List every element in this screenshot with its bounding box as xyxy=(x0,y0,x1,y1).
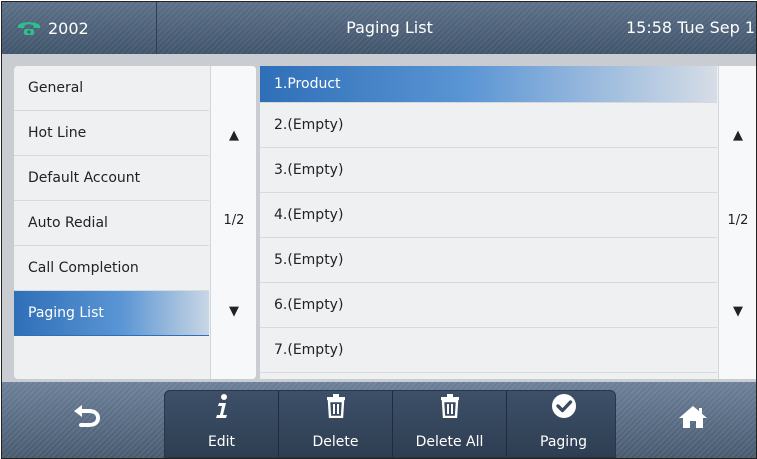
paging-list-item-7[interactable]: 7.(Empty) xyxy=(260,328,717,373)
delete-all-label: Delete All xyxy=(415,434,484,450)
menu-item-auto-redial[interactable]: Auto Redial xyxy=(14,201,209,246)
menu-item-call-completion[interactable]: Call Completion xyxy=(14,246,209,291)
phone-screen: 2002 Paging List 15:58 Tue Sep 16 Genera… xyxy=(1,1,757,459)
trash-all-icon xyxy=(440,394,459,418)
paging-list-item-5[interactable]: 5.(Empty) xyxy=(260,238,717,283)
menu-item-default-account[interactable]: Default Account xyxy=(14,156,209,201)
delete-label: Delete xyxy=(312,434,359,450)
paging-list-item-1[interactable]: 1.Product xyxy=(260,66,717,103)
softkey-bar: Edit Delete Delete All Paging xyxy=(2,382,756,458)
paging-label: Paging xyxy=(540,434,587,450)
paging-list-item-2[interactable]: 2.(Empty) xyxy=(260,103,717,148)
content-area: General Hot Line Default Account Auto Re… xyxy=(2,54,756,382)
edit-label: Edit xyxy=(207,434,236,450)
paging-button[interactable]: Paging xyxy=(507,391,615,457)
list-scroll-up-icon[interactable]: ▲ xyxy=(719,128,756,143)
paging-list: 1.Product 2.(Empty) 3.(Empty) 4.(Empty) … xyxy=(260,66,717,373)
feature-menu-panel: General Hot Line Default Account Auto Re… xyxy=(14,66,256,379)
clock-date: 15:58 Tue Sep 16 xyxy=(626,18,757,37)
edit-button[interactable]: Edit xyxy=(165,391,278,457)
checkmark-circle-icon xyxy=(551,394,576,418)
paging-list-scrollbar: ▲ 1/2 ▼ xyxy=(718,66,756,379)
menu-item-paging-list[interactable]: Paging List xyxy=(14,291,209,336)
home-button[interactable] xyxy=(630,382,756,458)
paging-list-item-6[interactable]: 6.(Empty) xyxy=(260,283,717,328)
paging-list-item-3[interactable]: 3.(Empty) xyxy=(260,148,717,193)
feature-menu: General Hot Line Default Account Auto Re… xyxy=(14,66,209,336)
menu-item-general[interactable]: General xyxy=(14,66,209,111)
paging-list-item-4[interactable]: 4.(Empty) xyxy=(260,193,717,238)
softkey-group: Edit Delete Delete All Paging xyxy=(164,390,616,458)
line-number: 2002 xyxy=(48,18,89,38)
page-title: Paging List xyxy=(346,18,433,37)
back-button[interactable] xyxy=(22,382,152,458)
menu-scroll-down-icon[interactable]: ▼ xyxy=(211,304,256,319)
paging-list-panel: 1.Product 2.(Empty) 3.(Empty) 4.(Empty) … xyxy=(260,66,756,379)
phone-handset-icon xyxy=(18,22,40,35)
menu-page-indicator: 1/2 xyxy=(223,213,245,228)
menu-scrollbar: ▲ 1/2 ▼ xyxy=(210,66,256,379)
delete-all-button[interactable]: Delete All xyxy=(393,391,506,457)
info-edit-icon xyxy=(215,394,227,418)
delete-button[interactable]: Delete xyxy=(279,391,392,457)
home-icon xyxy=(679,406,707,428)
back-arrow-icon xyxy=(74,405,101,427)
line-indicator[interactable]: 2002 xyxy=(2,2,157,54)
menu-scroll-up-icon[interactable]: ▲ xyxy=(211,128,256,143)
list-scroll-down-icon[interactable]: ▼ xyxy=(719,304,756,319)
trash-icon xyxy=(326,394,345,418)
status-bar: 2002 Paging List 15:58 Tue Sep 16 xyxy=(2,2,756,54)
menu-item-hot-line[interactable]: Hot Line xyxy=(14,111,209,156)
list-page-indicator: 1/2 xyxy=(727,213,749,228)
